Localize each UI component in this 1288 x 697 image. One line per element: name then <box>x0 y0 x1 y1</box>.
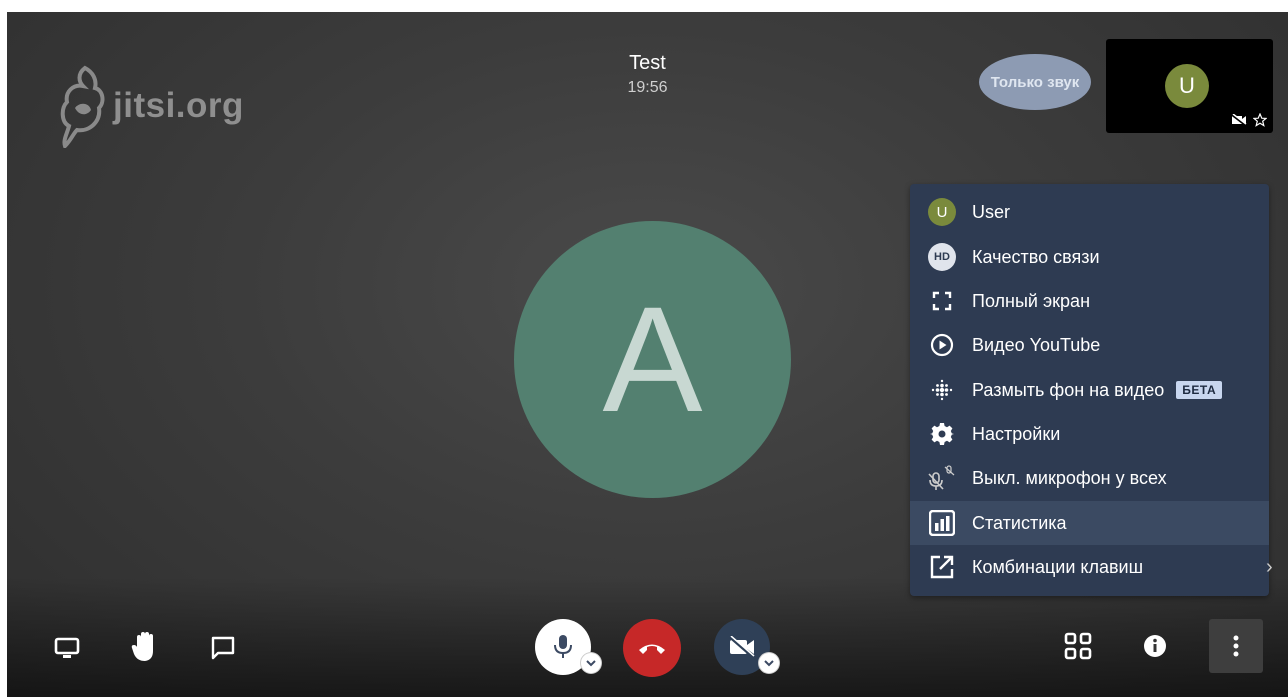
info-button[interactable] <box>1140 631 1170 661</box>
mute-everyone-icon <box>928 465 955 490</box>
video-muted-icon <box>1231 114 1247 126</box>
hangup-button[interactable] <box>623 619 681 677</box>
open-in-new-icon <box>930 555 954 579</box>
menu-item-label: Полный экран <box>972 290 1091 311</box>
menu-item-label: Качество связи <box>972 246 1100 267</box>
fullscreen-icon <box>932 291 952 311</box>
local-video-thumbnail[interactable]: U <box>1106 39 1273 133</box>
menu-item-mute-everyone[interactable]: Выкл. микрофон у всех <box>910 456 1269 500</box>
menu-item-label: Выкл. микрофон у всех <box>972 467 1167 488</box>
conference-header: Test 19:56 <box>7 52 1288 97</box>
tile-view-icon <box>1064 632 1092 660</box>
chevron-down-icon <box>586 660 596 667</box>
audio-only-indicator: Только звук <box>979 54 1091 110</box>
video-muted-icon <box>729 636 755 658</box>
star-icon <box>1253 113 1267 127</box>
chat-button[interactable] <box>207 632 239 664</box>
menu-item-youtube[interactable]: Видео YouTube <box>910 323 1269 367</box>
menu-item-shortcuts[interactable]: Комбинации клавиш <box>910 545 1269 589</box>
menu-item-call-quality[interactable]: HD Качество связи <box>910 235 1269 279</box>
conference-timer: 19:56 <box>627 79 668 96</box>
tile-view-button[interactable] <box>1061 629 1095 663</box>
menu-item-label: User <box>972 201 1011 222</box>
play-circle-icon <box>930 333 954 357</box>
microphone-icon <box>554 635 572 658</box>
participant-avatar: A <box>514 221 791 498</box>
menu-item-fullscreen[interactable]: Полный экран <box>910 279 1269 323</box>
video-settings-toggle[interactable] <box>759 653 779 673</box>
menu-item-blur-background[interactable]: Размыть фон на видео БЕТА <box>910 368 1269 412</box>
desktop-icon <box>54 637 80 658</box>
stats-icon <box>929 510 955 536</box>
menu-item-profile[interactable]: U User <box>910 190 1269 234</box>
hd-icon: HD <box>928 243 956 271</box>
menu-item-label: Видео YouTube <box>972 334 1101 355</box>
conference-title: Test <box>629 52 666 74</box>
thumbnail-status-icons <box>1231 113 1267 127</box>
chevron-down-icon <box>764 660 774 667</box>
thumbnail-avatar: U <box>1165 64 1209 108</box>
hangup-icon <box>639 644 665 654</box>
menu-item-settings[interactable]: Настройки <box>910 412 1269 456</box>
menu-item-label: Настройки <box>972 423 1061 444</box>
chevron-right-icon[interactable]: › <box>1266 556 1273 579</box>
chat-icon <box>211 636 235 660</box>
menu-item-label: Статистика <box>972 512 1067 533</box>
raise-hand-icon <box>131 632 153 661</box>
gear-icon <box>930 423 954 445</box>
more-actions-button[interactable] <box>1209 619 1263 673</box>
raise-hand-button[interactable] <box>128 628 162 666</box>
audio-settings-toggle[interactable] <box>581 653 601 673</box>
overflow-menu: U User HD Качество связи Полный экран Ви… <box>910 184 1269 596</box>
more-vertical-icon <box>1233 635 1239 657</box>
beta-badge: БЕТА <box>1176 381 1223 399</box>
menu-item-label: Комбинации клавиш <box>972 556 1144 577</box>
blur-icon <box>931 379 953 401</box>
menu-item-label: Размыть фон на видео <box>972 379 1165 400</box>
user-avatar-icon: U <box>928 198 956 226</box>
menu-item-statistics[interactable]: Статистика <box>910 501 1269 545</box>
screenshare-button[interactable] <box>51 632 83 664</box>
info-icon <box>1144 635 1166 657</box>
